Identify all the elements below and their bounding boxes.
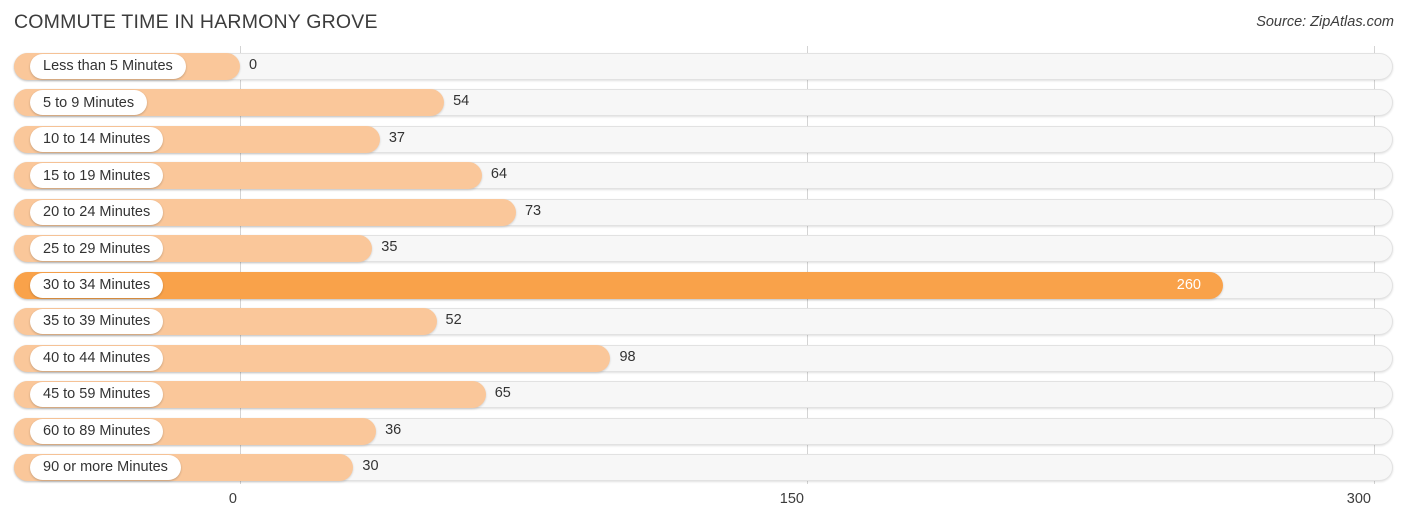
bar-row[interactable]: 90 or more Minutes 30: [14, 453, 1393, 481]
bar-category-label: 45 to 59 Minutes: [30, 382, 164, 408]
chart-header: COMMUTE TIME IN HARMONY GROVE Source: Zi…: [0, 0, 1406, 46]
bar-category-text: 5 to 9 Minutes: [43, 94, 135, 111]
bar-value-label: 54: [453, 93, 470, 110]
bar-value-label: 98: [619, 348, 636, 365]
bar-row[interactable]: 20 to 24 Minutes 73: [14, 198, 1393, 226]
bar-row[interactable]: 45 to 59 Minutes 65: [14, 381, 1393, 409]
bar-value-label: 64: [490, 166, 508, 183]
bar-category-label: 5 to 9 Minutes: [30, 90, 148, 116]
chart-page: COMMUTE TIME IN HARMONY GROVE Source: Zi…: [0, 0, 1406, 523]
bar-category-label: 35 to 39 Minutes: [30, 309, 164, 335]
bar-category-text: 10 to 14 Minutes: [43, 131, 151, 148]
bar-row[interactable]: 25 to 29 Minutes 35: [14, 235, 1393, 263]
axis-tick-0: 0: [228, 491, 237, 507]
bar-category-text: 40 to 44 Minutes: [43, 349, 151, 366]
bar-category-text: 20 to 24 Minutes: [43, 204, 151, 221]
bar-category-label: 30 to 34 Minutes: [30, 272, 164, 298]
bar-category-label: 40 to 44 Minutes: [30, 345, 164, 371]
bar-value-label: 35: [381, 239, 398, 256]
bar-category-label: 25 to 29 Minutes: [30, 236, 164, 262]
bar-category-label: Less than 5 Minutes: [30, 54, 186, 79]
bar-category-label: 20 to 24 Minutes: [30, 199, 164, 225]
bar-fill[interactable]: [14, 271, 1223, 299]
bar-category-text: 60 to 89 Minutes: [43, 422, 151, 439]
bar-row[interactable]: Less than 5 Minutes 0: [14, 53, 1393, 80]
bar-row[interactable]: 30 to 34 Minutes 260: [14, 271, 1393, 299]
bar-value-label: 73: [524, 202, 542, 219]
axis-tick-150: 150: [779, 491, 804, 507]
bar-value-label: 37: [388, 129, 405, 146]
bar-category-text: 45 to 59 Minutes: [43, 386, 151, 403]
bar-row[interactable]: 10 to 14 Minutes 37: [14, 125, 1393, 153]
page-title: COMMUTE TIME IN HARMONY GROVE: [14, 11, 378, 33]
bar-category-label: 15 to 19 Minutes: [30, 163, 164, 189]
bar-row[interactable]: 5 to 9 Minutes 54: [14, 89, 1393, 117]
bar-value-label: 0: [249, 57, 258, 73]
bar-value-label: 36: [385, 421, 402, 438]
bar-value-label: 30: [362, 457, 379, 474]
bar-value-label: 65: [494, 385, 511, 402]
bar-category-label: 90 or more Minutes: [30, 454, 181, 480]
bar-category-text: 15 to 19 Minutes: [43, 167, 151, 184]
bar-category-text: 35 to 39 Minutes: [43, 313, 151, 330]
bar-value-inside: 260: [1176, 276, 1201, 293]
bar-category-text: 25 to 29 Minutes: [43, 240, 151, 257]
bar-category-text: Less than 5 Minutes: [43, 58, 173, 75]
plot-area: Less than 5 Minutes 0 5 to 9 Minutes 54 10 t…: [0, 46, 1406, 484]
bar-row[interactable]: 35 to 39 Minutes 52: [14, 308, 1393, 336]
x-axis: 0 150 300: [0, 484, 1406, 523]
bar-value-label: 52: [445, 312, 462, 329]
bar-category-label: 10 to 14 Minutes: [30, 126, 164, 152]
bar-row[interactable]: 15 to 19 Minutes 64: [14, 162, 1393, 190]
bar-category-label: 60 to 89 Minutes: [30, 418, 164, 444]
axis-tick-300: 300: [1346, 491, 1371, 507]
source-attribution: Source: ZipAtlas.com: [1256, 14, 1394, 30]
bar-row[interactable]: 40 to 44 Minutes 98: [14, 344, 1393, 372]
bar-row[interactable]: 60 to 89 Minutes 36: [14, 417, 1393, 445]
bar-category-text: 30 to 34 Minutes: [43, 276, 151, 293]
bar-category-text: 90 or more Minutes: [43, 459, 168, 476]
